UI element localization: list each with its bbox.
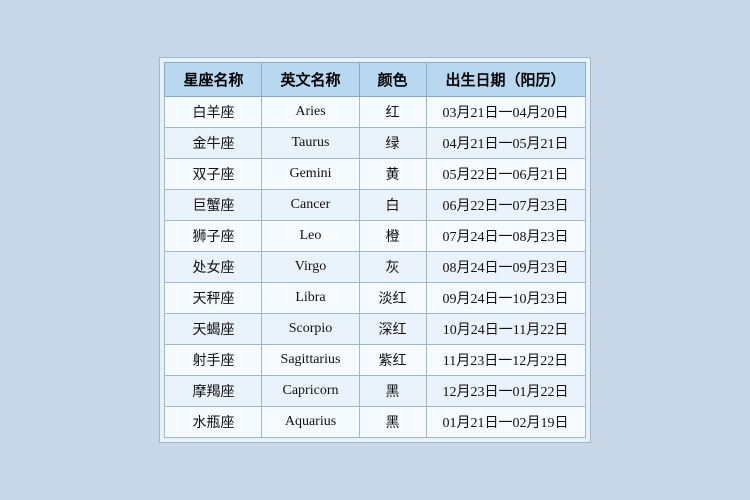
cell-english-name: Libra bbox=[262, 283, 359, 314]
cell-dates: 10月24日一11月22日 bbox=[426, 314, 585, 345]
header-english-name: 英文名称 bbox=[262, 63, 359, 97]
cell-chinese-name: 金牛座 bbox=[165, 128, 262, 159]
table-row: 白羊座Aries红03月21日一04月20日 bbox=[165, 97, 585, 128]
cell-english-name: Cancer bbox=[262, 190, 359, 221]
zodiac-table-container: 星座名称 英文名称 颜色 出生日期（阳历） 白羊座Aries红03月21日一04… bbox=[159, 57, 590, 443]
cell-dates: 07月24日一08月23日 bbox=[426, 221, 585, 252]
table-row: 天秤座Libra淡红09月24日一10月23日 bbox=[165, 283, 585, 314]
table-row: 狮子座Leo橙07月24日一08月23日 bbox=[165, 221, 585, 252]
cell-chinese-name: 巨蟹座 bbox=[165, 190, 262, 221]
cell-chinese-name: 水瓶座 bbox=[165, 407, 262, 438]
table-row: 水瓶座Aquarius黑01月21日一02月19日 bbox=[165, 407, 585, 438]
table-row: 双子座Gemini黄05月22日一06月21日 bbox=[165, 159, 585, 190]
cell-color: 黑 bbox=[359, 407, 426, 438]
cell-color: 深红 bbox=[359, 314, 426, 345]
cell-color: 黄 bbox=[359, 159, 426, 190]
cell-dates: 11月23日一12月22日 bbox=[426, 345, 585, 376]
header-chinese-name: 星座名称 bbox=[165, 63, 262, 97]
cell-english-name: Aries bbox=[262, 97, 359, 128]
cell-color: 紫红 bbox=[359, 345, 426, 376]
cell-chinese-name: 射手座 bbox=[165, 345, 262, 376]
cell-color: 橙 bbox=[359, 221, 426, 252]
cell-dates: 04月21日一05月21日 bbox=[426, 128, 585, 159]
cell-english-name: Virgo bbox=[262, 252, 359, 283]
table-body: 白羊座Aries红03月21日一04月20日金牛座Taurus绿04月21日一0… bbox=[165, 97, 585, 438]
cell-color: 淡红 bbox=[359, 283, 426, 314]
zodiac-table: 星座名称 英文名称 颜色 出生日期（阳历） 白羊座Aries红03月21日一04… bbox=[164, 62, 585, 438]
cell-chinese-name: 狮子座 bbox=[165, 221, 262, 252]
cell-english-name: Gemini bbox=[262, 159, 359, 190]
cell-english-name: Leo bbox=[262, 221, 359, 252]
cell-chinese-name: 处女座 bbox=[165, 252, 262, 283]
table-row: 摩羯座Capricorn黑12月23日一01月22日 bbox=[165, 376, 585, 407]
cell-dates: 03月21日一04月20日 bbox=[426, 97, 585, 128]
table-row: 巨蟹座Cancer白06月22日一07月23日 bbox=[165, 190, 585, 221]
cell-color: 黑 bbox=[359, 376, 426, 407]
cell-chinese-name: 白羊座 bbox=[165, 97, 262, 128]
cell-dates: 08月24日一09月23日 bbox=[426, 252, 585, 283]
cell-english-name: Scorpio bbox=[262, 314, 359, 345]
cell-chinese-name: 摩羯座 bbox=[165, 376, 262, 407]
table-row: 金牛座Taurus绿04月21日一05月21日 bbox=[165, 128, 585, 159]
cell-chinese-name: 双子座 bbox=[165, 159, 262, 190]
table-row: 处女座Virgo灰08月24日一09月23日 bbox=[165, 252, 585, 283]
cell-english-name: Aquarius bbox=[262, 407, 359, 438]
cell-color: 灰 bbox=[359, 252, 426, 283]
cell-english-name: Sagittarius bbox=[262, 345, 359, 376]
table-row: 天蝎座Scorpio深红10月24日一11月22日 bbox=[165, 314, 585, 345]
cell-dates: 06月22日一07月23日 bbox=[426, 190, 585, 221]
cell-english-name: Taurus bbox=[262, 128, 359, 159]
cell-dates: 09月24日一10月23日 bbox=[426, 283, 585, 314]
cell-dates: 05月22日一06月21日 bbox=[426, 159, 585, 190]
cell-english-name: Capricorn bbox=[262, 376, 359, 407]
cell-chinese-name: 天秤座 bbox=[165, 283, 262, 314]
table-row: 射手座Sagittarius紫红11月23日一12月22日 bbox=[165, 345, 585, 376]
header-color: 颜色 bbox=[359, 63, 426, 97]
cell-dates: 12月23日一01月22日 bbox=[426, 376, 585, 407]
table-header-row: 星座名称 英文名称 颜色 出生日期（阳历） bbox=[165, 63, 585, 97]
cell-color: 红 bbox=[359, 97, 426, 128]
cell-chinese-name: 天蝎座 bbox=[165, 314, 262, 345]
header-dates: 出生日期（阳历） bbox=[426, 63, 585, 97]
cell-color: 白 bbox=[359, 190, 426, 221]
cell-dates: 01月21日一02月19日 bbox=[426, 407, 585, 438]
cell-color: 绿 bbox=[359, 128, 426, 159]
